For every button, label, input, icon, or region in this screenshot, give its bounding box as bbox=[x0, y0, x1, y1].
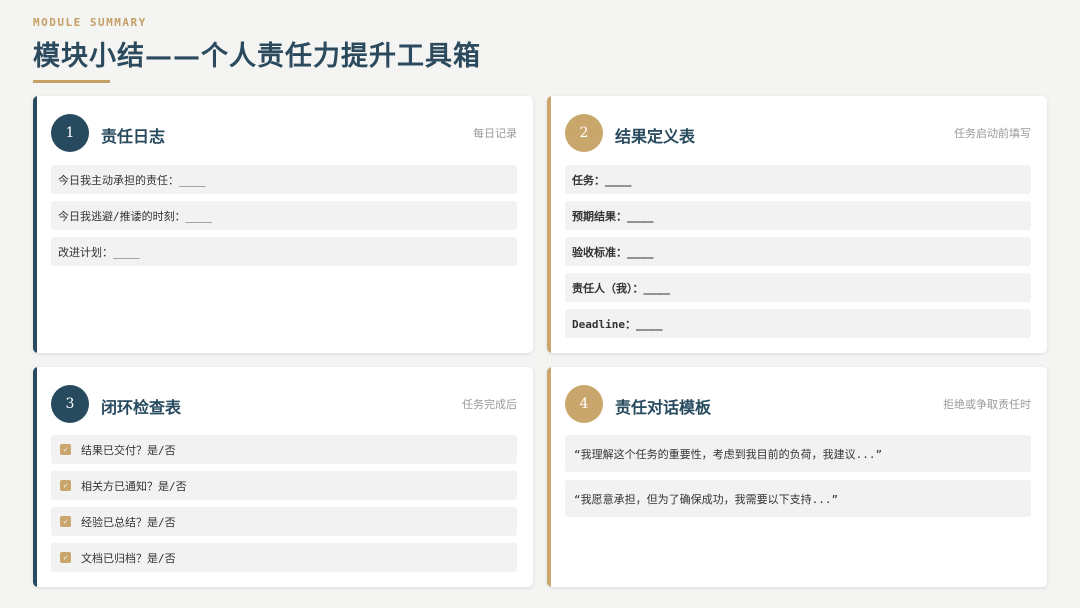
card-header: 3 闭环检查表 任务完成后 bbox=[51, 385, 517, 423]
checkmark-icon[interactable]: ✓ bbox=[60, 480, 71, 491]
card-result-definition: 2 结果定义表 任务启动前填写 任务：____ 预期结果：____ 验收标准：_… bbox=[547, 96, 1047, 353]
card-responsibility-log: 1 责任日志 每日记录 今日我主动承担的责任：____ 今日我逃避/推诿的时刻：… bbox=[33, 96, 533, 353]
checklist-item[interactable]: ✓ 文档已归档？是/否 bbox=[51, 543, 517, 572]
checklist-label: 相关方已通知？是/否 bbox=[81, 479, 187, 493]
log-row[interactable]: 今日我主动承担的责任：____ bbox=[51, 165, 517, 194]
card-note: 每日记录 bbox=[473, 127, 517, 140]
card-dialogue-template: 4 责任对话模板 拒绝或争取责任时 “我理解这个任务的重要性，考虑到我目前的负荷… bbox=[547, 367, 1047, 587]
checklist-label: 文档已归档？是/否 bbox=[81, 551, 176, 565]
card-title: 闭环检查表 bbox=[101, 398, 182, 417]
card-title: 责任日志 bbox=[101, 127, 166, 146]
title-underline bbox=[33, 80, 110, 83]
log-row[interactable]: 今日我逃避/推诿的时刻：____ bbox=[51, 201, 517, 230]
card-closed-loop-checklist: 3 闭环检查表 任务完成后 ✓ 结果已交付？是/否 ✓ 相关方已通知？是/否 ✓… bbox=[33, 367, 533, 587]
module-eyebrow: MODULE SUMMARY bbox=[33, 16, 147, 29]
dialogue-template-row[interactable]: “我理解这个任务的重要性，考虑到我目前的负荷，我建议...” bbox=[565, 435, 1031, 472]
log-row[interactable]: 改进计划：____ bbox=[51, 237, 517, 266]
card-note: 任务完成后 bbox=[462, 398, 517, 411]
dialogue-template-row[interactable]: “我愿意承担，但为了确保成功，我需要以下支持...” bbox=[565, 480, 1031, 517]
checklist-label: 结果已交付？是/否 bbox=[81, 443, 176, 457]
card-note: 拒绝或争取责任时 bbox=[943, 398, 1031, 411]
card-rows: 今日我主动承担的责任：____ 今日我逃避/推诿的时刻：____ 改进计划：__… bbox=[51, 165, 517, 273]
card-accent-bar bbox=[33, 367, 37, 587]
checkmark-icon[interactable]: ✓ bbox=[60, 552, 71, 563]
card-header: 2 结果定义表 任务启动前填写 bbox=[565, 114, 1031, 152]
card-note: 任务启动前填写 bbox=[954, 127, 1031, 140]
card-header: 1 责任日志 每日记录 bbox=[51, 114, 517, 152]
definition-row[interactable]: 预期结果：____ bbox=[565, 201, 1031, 230]
card-rows: ✓ 结果已交付？是/否 ✓ 相关方已通知？是/否 ✓ 经验已总结？是/否 ✓ 文… bbox=[51, 435, 517, 579]
checklist-item[interactable]: ✓ 结果已交付？是/否 bbox=[51, 435, 517, 464]
page-title: 模块小结——个人责任力提升工具箱 bbox=[33, 41, 481, 72]
definition-row[interactable]: 责任人（我）：____ bbox=[565, 273, 1031, 302]
checkmark-icon[interactable]: ✓ bbox=[60, 516, 71, 527]
card-rows: “我理解这个任务的重要性，考虑到我目前的负荷，我建议...” “我愿意承担，但为… bbox=[565, 435, 1031, 525]
card-rows: 任务：____ 预期结果：____ 验收标准：____ 责任人（我）：____ … bbox=[565, 165, 1031, 345]
card-title: 责任对话模板 bbox=[615, 398, 712, 417]
card-accent-bar bbox=[33, 96, 37, 353]
checkmark-icon[interactable]: ✓ bbox=[60, 444, 71, 455]
card-title: 结果定义表 bbox=[615, 127, 696, 146]
card-accent-bar bbox=[547, 96, 551, 353]
checklist-label: 经验已总结？是/否 bbox=[81, 515, 176, 529]
definition-row[interactable]: Deadline：____ bbox=[565, 309, 1031, 338]
card-number-badge: 4 bbox=[565, 385, 603, 423]
checklist-item[interactable]: ✓ 相关方已通知？是/否 bbox=[51, 471, 517, 500]
definition-row[interactable]: 验收标准：____ bbox=[565, 237, 1031, 266]
card-number-badge: 1 bbox=[51, 114, 89, 152]
card-number-badge: 2 bbox=[565, 114, 603, 152]
card-number-badge: 3 bbox=[51, 385, 89, 423]
card-accent-bar bbox=[547, 367, 551, 587]
definition-row[interactable]: 任务：____ bbox=[565, 165, 1031, 194]
card-header: 4 责任对话模板 拒绝或争取责任时 bbox=[565, 385, 1031, 423]
checklist-item[interactable]: ✓ 经验已总结？是/否 bbox=[51, 507, 517, 536]
